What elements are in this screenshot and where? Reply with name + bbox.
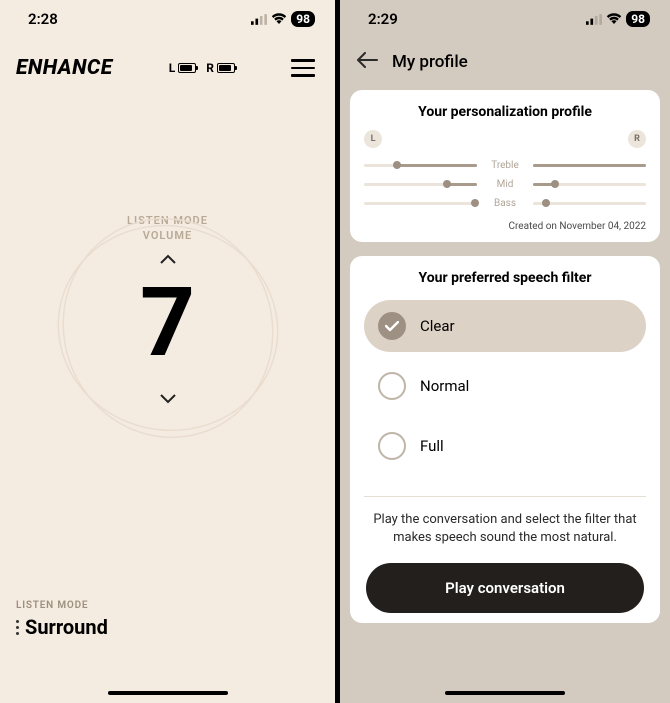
filter-option-full[interactable]: Full — [364, 420, 646, 472]
card-title: Your personalization profile — [364, 104, 646, 120]
status-bar: 2:29 98 — [340, 0, 670, 38]
right-earbud-battery: R — [206, 61, 235, 75]
home-indicator[interactable] — [445, 691, 565, 695]
page-title: My profile — [392, 52, 468, 72]
screen-enhance: 2:28 98 ENHANCE L R LISTEN MODE — [0, 0, 335, 703]
left-earbud-battery: L — [169, 61, 197, 75]
personalization-card: Your personalization profile L R Treble … — [350, 90, 660, 242]
filter-help-text: Play the conversation and select the fil… — [364, 511, 646, 547]
filter-option-normal[interactable]: Normal — [364, 360, 646, 412]
back-button[interactable] — [356, 52, 378, 72]
eq-treble: Treble — [364, 160, 646, 171]
cellular-icon — [586, 14, 602, 25]
brand-logo: ENHANCE — [16, 56, 113, 80]
card-title: Your preferred speech filter — [364, 270, 646, 286]
content-scroll[interactable]: Your personalization profile L R Treble … — [340, 90, 670, 637]
wifi-icon — [606, 13, 622, 25]
divider — [364, 496, 646, 497]
right-ear-pill: R — [628, 130, 646, 148]
volume-control: LISTEN MODE VOLUME 7 — [0, 213, 335, 414]
volume-up-button[interactable] — [0, 250, 335, 269]
screen-profile: 2:29 98 My profile Your personalization … — [340, 0, 670, 703]
volume-down-button[interactable] — [0, 389, 335, 408]
menu-button[interactable] — [291, 59, 315, 77]
home-indicator[interactable] — [108, 691, 228, 695]
status-time: 2:29 — [368, 10, 398, 28]
listen-mode-label: LISTEN MODE — [16, 600, 108, 611]
drag-handle-icon — [16, 620, 19, 635]
speech-filter-card: Your preferred speech filter Clear Norma… — [350, 256, 660, 623]
radio-icon — [378, 372, 406, 400]
check-icon — [385, 321, 399, 332]
eq-bass: Bass — [364, 198, 646, 209]
listen-mode-value: Surround — [25, 615, 108, 639]
battery-icon — [178, 63, 196, 73]
radio-icon — [378, 432, 406, 460]
left-ear-pill: L — [364, 130, 382, 148]
battery-pill: 98 — [626, 11, 650, 27]
status-bar: 2:28 98 — [0, 0, 335, 38]
earbud-battery-group: L R — [169, 61, 235, 75]
created-date: Created on November 04, 2022 — [364, 221, 646, 232]
cellular-icon — [251, 14, 267, 25]
filter-option-clear[interactable]: Clear — [364, 300, 646, 352]
battery-icon — [217, 63, 235, 73]
app-header: ENHANCE L R — [0, 38, 335, 88]
radio-icon — [378, 312, 406, 340]
listen-mode-selector[interactable]: LISTEN MODE Surround — [16, 600, 108, 639]
volume-value: 7 — [0, 275, 335, 371]
wifi-icon — [271, 13, 287, 25]
status-time: 2:28 — [28, 10, 58, 28]
volume-label-2: VOLUME — [0, 228, 335, 243]
play-conversation-button[interactable]: Play conversation — [366, 563, 644, 613]
eq-mid: Mid — [364, 179, 646, 190]
battery-pill: 98 — [291, 11, 315, 27]
volume-label-1: LISTEN MODE — [0, 213, 335, 228]
status-right: 98 — [586, 11, 650, 27]
status-right: 98 — [251, 11, 315, 27]
page-header: My profile — [340, 38, 670, 90]
